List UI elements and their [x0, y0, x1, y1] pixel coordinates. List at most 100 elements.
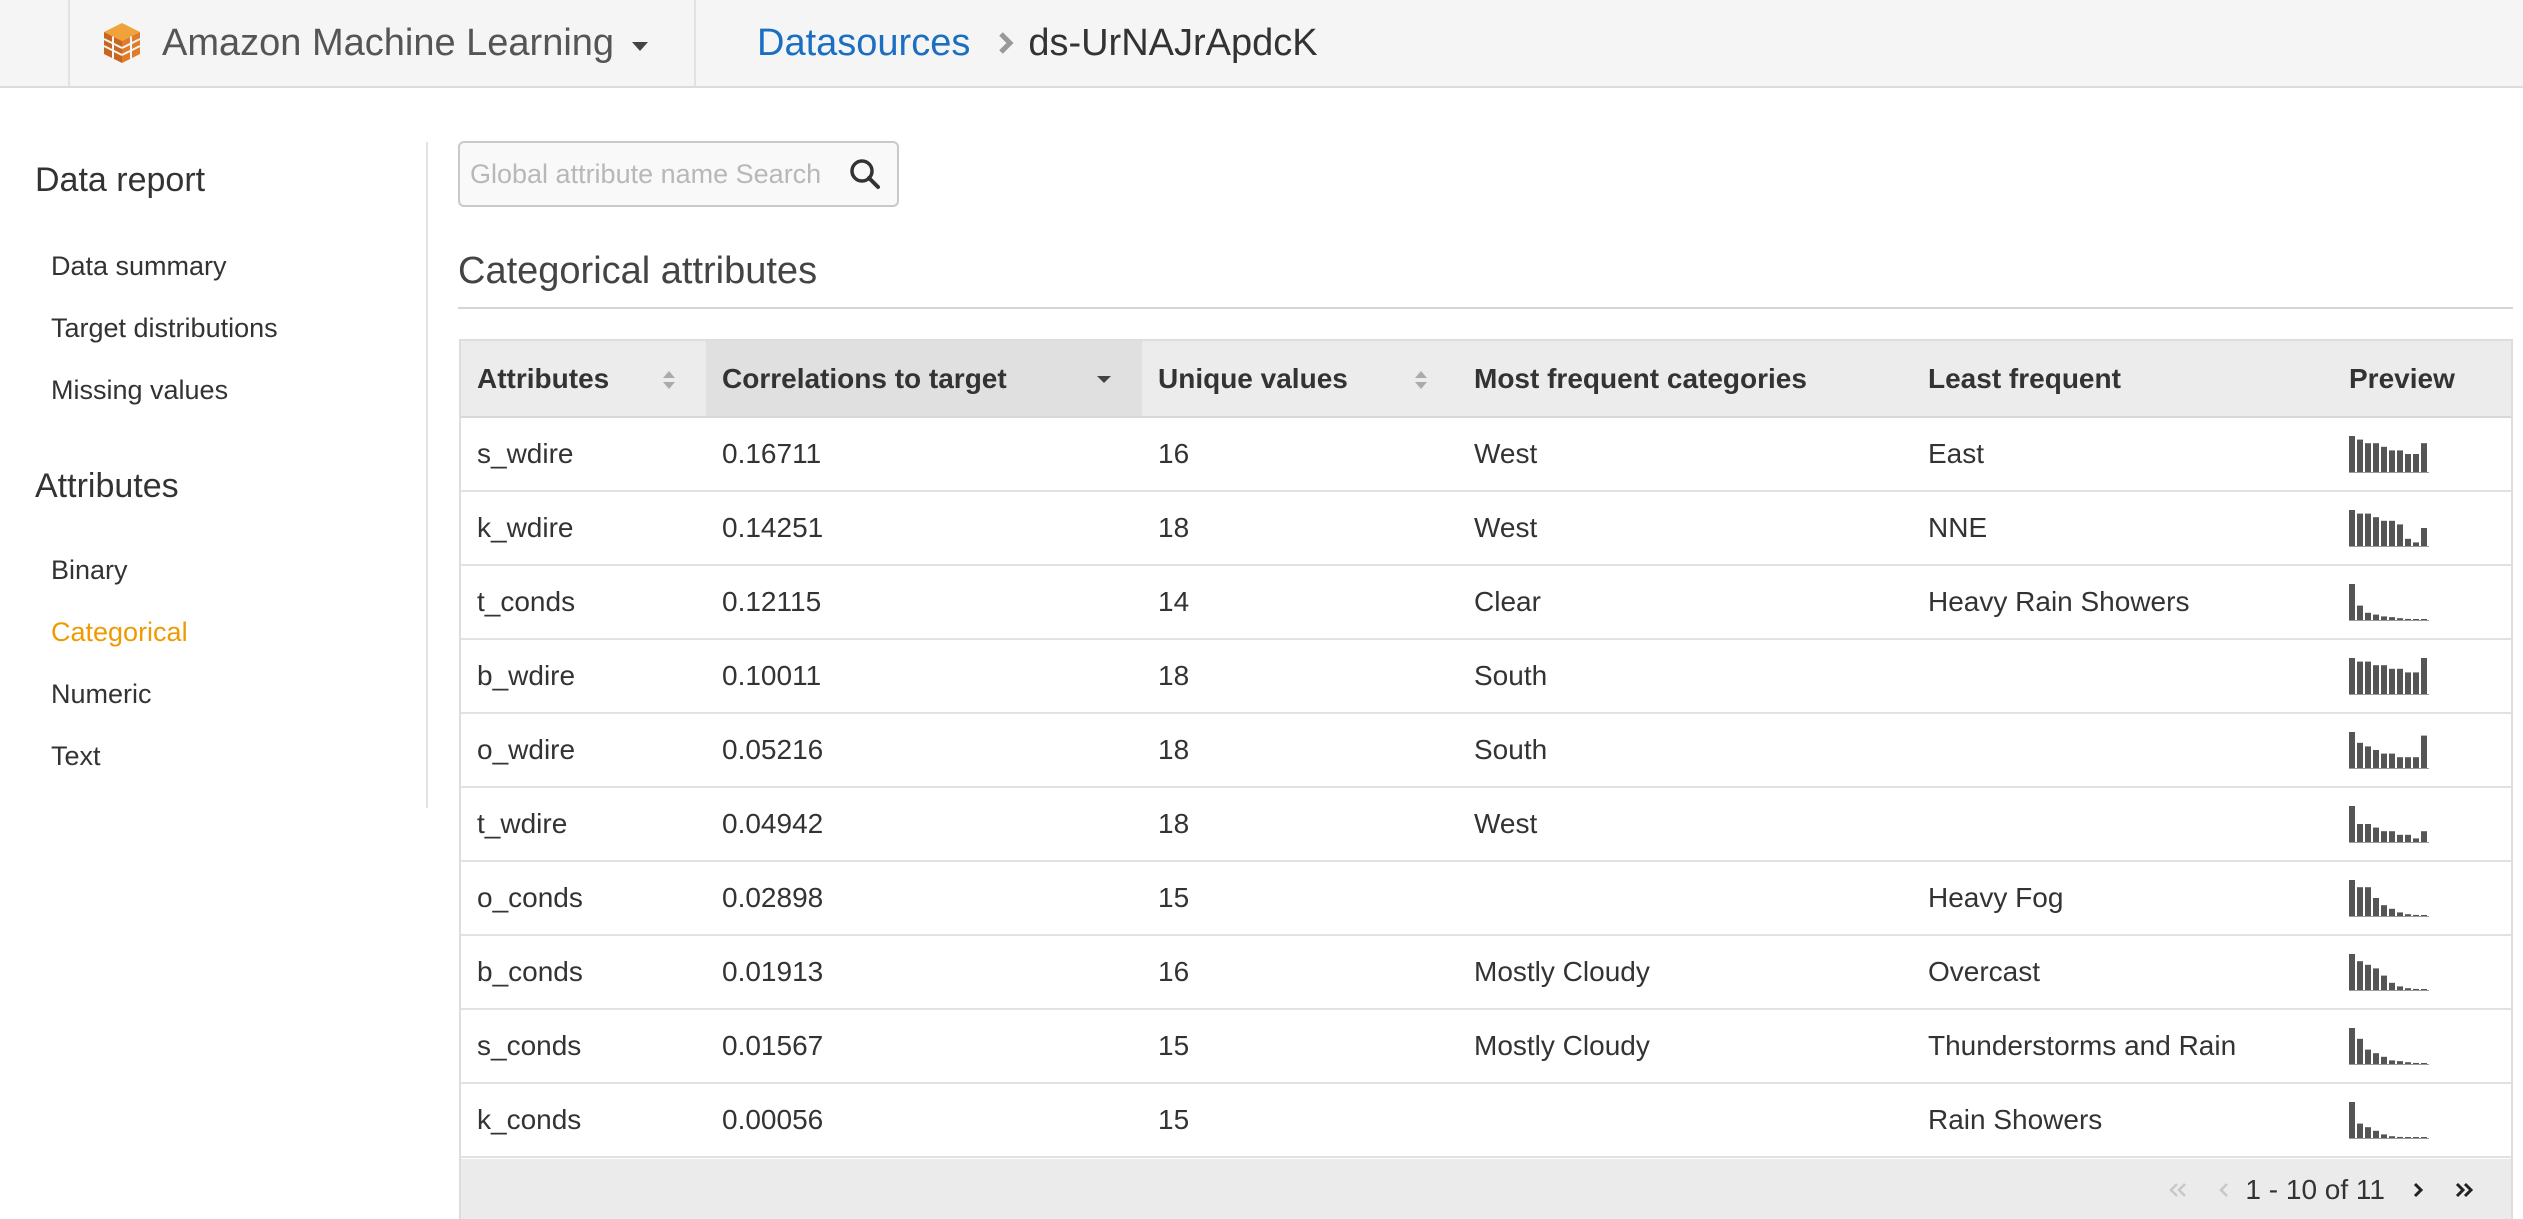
cell-preview[interactable] [2333, 565, 2511, 640]
sidebar-item-target-distributions[interactable]: Target distributions [51, 313, 278, 344]
preview-bar [2413, 838, 2419, 842]
sidebar-item-categorical[interactable]: Categorical [51, 617, 188, 648]
preview-bar [2413, 454, 2419, 472]
sidebar-item-missing-values[interactable]: Missing values [51, 375, 228, 406]
sidebar-item-numeric[interactable]: Numeric [51, 679, 152, 710]
sidebar-item-binary[interactable]: Binary [51, 555, 128, 586]
table-row[interactable]: k_wdire 0.14251 18 West NNE [461, 491, 2511, 566]
preview-bar [2357, 887, 2363, 916]
preview-bar [2365, 887, 2371, 916]
cell-preview[interactable] [2333, 417, 2511, 492]
table-row[interactable]: o_wdire 0.05216 18 South [461, 713, 2511, 788]
table-row[interactable]: b_wdire 0.10011 18 South [461, 639, 2511, 714]
preview-bar [2365, 1049, 2371, 1064]
cell-most-frequent: West [1458, 787, 1912, 862]
first-page-button[interactable] [2167, 1180, 2189, 1200]
preview-bar [2381, 753, 2387, 768]
last-page-button[interactable] [2453, 1180, 2475, 1200]
table-row[interactable]: o_conds 0.02898 15 Heavy Fog [461, 861, 2511, 936]
preview-bar [2421, 443, 2427, 472]
cell-least-frequent [1912, 639, 2333, 714]
table-row[interactable]: k_conds 0.00056 15 Rain Showers [461, 1083, 2511, 1158]
preview-bar [2373, 968, 2379, 990]
preview-bar [2413, 1137, 2419, 1138]
divider [68, 0, 70, 86]
column-header-correlations[interactable]: Correlations to target [706, 341, 1142, 418]
preview-bar [2421, 831, 2427, 842]
preview-bar [2373, 898, 2379, 916]
preview-bar [2381, 831, 2387, 842]
preview-bar [2405, 834, 2411, 842]
preview-bar [2413, 757, 2419, 768]
search-input[interactable] [460, 143, 843, 205]
top-navigation-bar: Amazon Machine Learning Datasources ds-U… [0, 0, 2523, 88]
column-header-label: Correlations to target [722, 362, 1007, 394]
cell-preview[interactable] [2333, 935, 2511, 1010]
cell-preview[interactable] [2333, 861, 2511, 936]
cell-preview[interactable] [2333, 787, 2511, 862]
preview-bar [2357, 824, 2363, 842]
preview-bar [2365, 443, 2371, 472]
previous-page-button[interactable] [2217, 1180, 2231, 1200]
preview-bar [2413, 619, 2419, 620]
cell-preview[interactable] [2333, 713, 2511, 788]
preview-bar [2349, 436, 2355, 472]
preview-bar [2373, 827, 2379, 842]
preview-bar [2357, 1038, 2363, 1064]
data-report-heading: Data report [35, 161, 206, 199]
preview-bar [2373, 665, 2379, 694]
cell-preview[interactable] [2333, 1083, 2511, 1158]
distribution-preview-histogram [2349, 880, 2429, 917]
preview-bar [2373, 614, 2379, 620]
sidebar-item-text[interactable]: Text [51, 741, 101, 772]
cell-correlation: 0.02898 [706, 861, 1142, 936]
preview-bar [2381, 1134, 2387, 1138]
section-divider [458, 307, 2513, 309]
table-row[interactable]: t_conds 0.12115 14 Clear Heavy Rain Showers [461, 565, 2511, 640]
cell-least-frequent [1912, 713, 2333, 788]
cell-least-frequent: Heavy Rain Showers [1912, 565, 2333, 640]
column-header-label: Most frequent categories [1474, 362, 1807, 394]
cell-most-frequent: South [1458, 713, 1912, 788]
preview-bar [2349, 1102, 2355, 1138]
distribution-preview-histogram [2349, 658, 2429, 695]
table-row[interactable]: s_wdire 0.16711 16 West East [461, 417, 2511, 492]
column-header-unique-values[interactable]: Unique values [1142, 341, 1458, 418]
preview-bar [2365, 661, 2371, 694]
preview-bar [2349, 880, 2355, 916]
preview-bar [2365, 746, 2371, 768]
caret-down-icon [632, 41, 649, 51]
distribution-preview-histogram [2349, 436, 2429, 473]
next-page-button[interactable] [2411, 1180, 2425, 1200]
preview-bar [2397, 834, 2403, 842]
search-icon[interactable] [843, 152, 887, 196]
breadcrumb-datasources-link[interactable]: Datasources [757, 22, 970, 65]
section-title: Categorical attributes [458, 250, 818, 292]
column-header-preview: Preview [2333, 341, 2511, 418]
cell-preview[interactable] [2333, 639, 2511, 714]
sidebar-item-data-summary[interactable]: Data summary [51, 251, 227, 282]
cell-most-frequent: West [1458, 417, 1912, 492]
cell-preview[interactable] [2333, 491, 2511, 566]
double-chevron-left-icon [2169, 1183, 2187, 1197]
preview-bar [2389, 982, 2395, 990]
chevron-right-icon [2413, 1182, 2424, 1198]
cell-preview[interactable] [2333, 1009, 2511, 1084]
table-row[interactable]: t_wdire 0.04942 18 West [461, 787, 2511, 862]
table-row[interactable]: s_conds 0.01567 15 Mostly Cloudy Thunderstor… [461, 1009, 2511, 1084]
preview-bar [2405, 538, 2411, 546]
table-row[interactable]: b_conds 0.01913 16 Mostly Cloudy Overcast [461, 935, 2511, 1010]
cell-attribute: s_conds [461, 1009, 706, 1084]
sort-descending-icon [1097, 376, 1111, 383]
app-switcher-dropdown[interactable]: Amazon Machine Learning [100, 0, 649, 86]
preview-bar [2405, 1062, 2411, 1064]
cell-most-frequent [1458, 1083, 1912, 1158]
cell-attribute: o_conds [461, 861, 706, 936]
cell-most-frequent [1458, 861, 1912, 936]
preview-bar [2349, 806, 2355, 842]
cell-least-frequent: Overcast [1912, 935, 2333, 1010]
preview-bar [2421, 658, 2427, 694]
preview-bar [2357, 513, 2363, 546]
column-header-attributes[interactable]: Attributes [461, 341, 706, 418]
page-range: 1 - 10 of 11 [2245, 1174, 2385, 1205]
